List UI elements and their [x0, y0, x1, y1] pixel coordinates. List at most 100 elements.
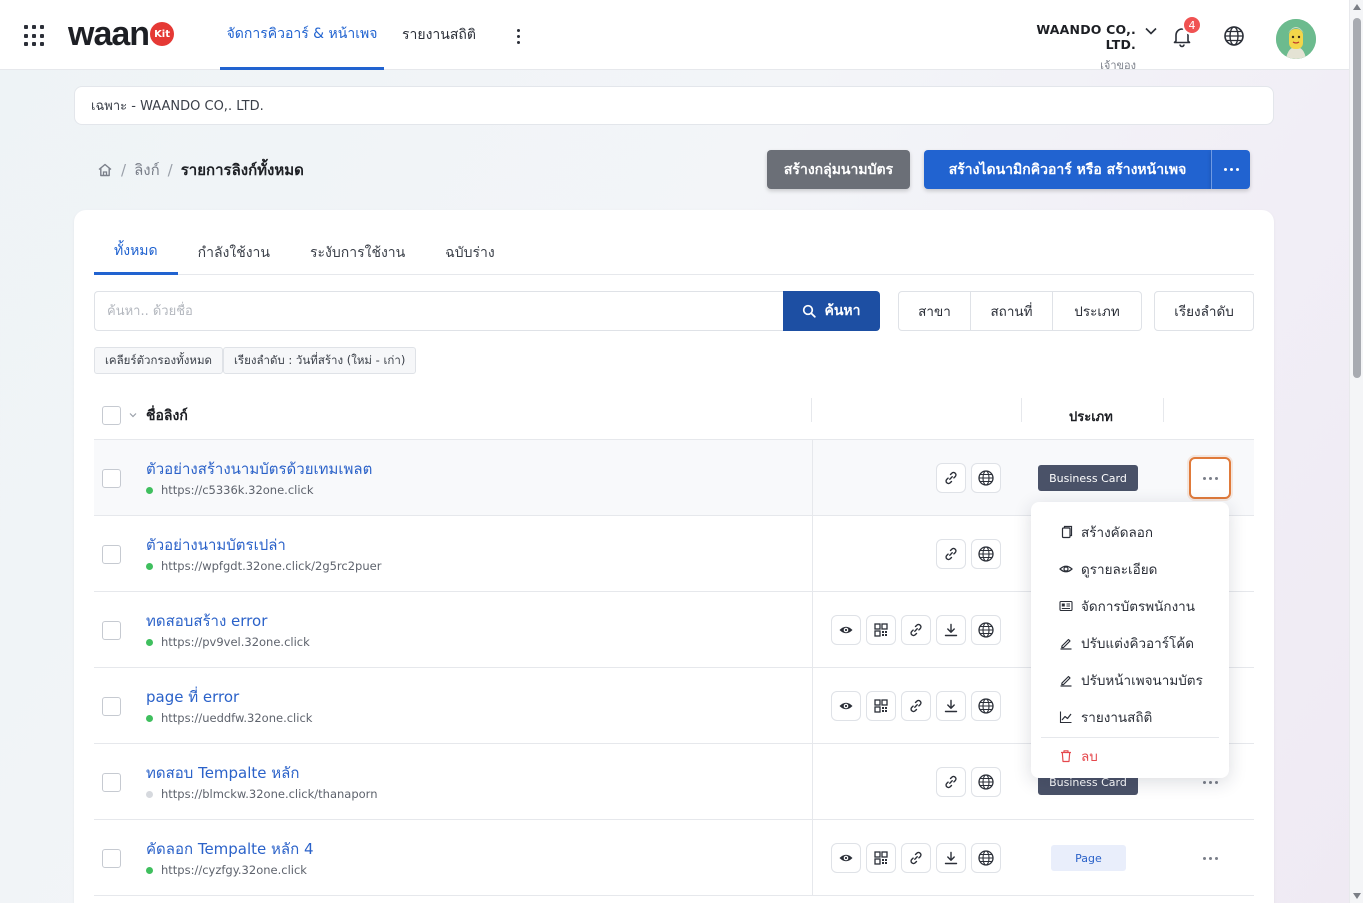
page-scrollbar[interactable] — [1349, 0, 1363, 903]
open-web-button[interactable] — [971, 767, 1001, 797]
link-url-text[interactable]: https://blmckw.32one.click/thanaporn — [161, 787, 378, 801]
clear-filters-chip[interactable]: เคลียร์ตัวกรองทั้งหมด — [94, 347, 223, 374]
create-more-button[interactable] — [1211, 150, 1250, 189]
globe-icon — [978, 470, 994, 486]
menu-item-statistics[interactable]: รายงานสถิติ — [1031, 700, 1229, 734]
menu-item-label: ลบ — [1081, 749, 1098, 765]
nav-manage-qr[interactable]: จัดการคิวอาร์ & หน้าเพจ — [220, 0, 384, 70]
tab-all[interactable]: ทั้งหมด — [94, 230, 178, 275]
search-input[interactable] — [94, 291, 783, 331]
create-group-button[interactable]: สร้างกลุ่มนามบัตร — [767, 150, 910, 189]
select-all-checkbox[interactable] — [102, 406, 121, 425]
preview-button[interactable] — [831, 691, 861, 721]
scroll-down-arrow-icon[interactable] — [1353, 893, 1361, 899]
filter-branch[interactable]: สาขา — [899, 292, 971, 330]
menu-item-edit-qr[interactable]: ปรับแต่งคิวอาร์โค้ด — [1031, 626, 1229, 660]
avatar[interactable] — [1276, 19, 1316, 59]
open-web-button[interactable] — [971, 615, 1001, 645]
link-url-text[interactable]: https://wpfgdt.32one.click/2g5rc2puer — [161, 559, 381, 573]
page-title: รายการลิงก์ทั้งหมด — [180, 161, 304, 179]
link-title[interactable]: page ที่ error — [146, 685, 239, 709]
link-icon — [910, 623, 922, 637]
create-dynamic-qr-button[interactable]: สร้างไดนามิกคิวอาร์ หรือ สร้างหน้าเพจ — [924, 150, 1211, 189]
link-url-text[interactable]: https://pv9vel.32one.click — [161, 635, 310, 649]
link-url-text[interactable]: https://ueddfw.32one.click — [161, 711, 312, 725]
row-more-button[interactable] — [1189, 837, 1231, 879]
line-chart-icon — [1059, 711, 1072, 724]
open-web-button[interactable] — [971, 843, 1001, 873]
link-title[interactable]: ตัวอย่างนามบัตรเปล่า — [146, 533, 286, 557]
filter-location[interactable]: สถานที่ — [971, 292, 1053, 330]
open-web-button[interactable] — [971, 539, 1001, 569]
apps-grid-icon[interactable] — [24, 25, 46, 47]
link-url-text[interactable]: https://cyzfgy.32one.click — [161, 863, 307, 877]
search-button[interactable]: ค้นหา — [783, 291, 880, 331]
chevron-down-icon[interactable] — [128, 410, 138, 420]
scroll-thumb[interactable] — [1353, 18, 1361, 378]
download-button[interactable] — [936, 691, 966, 721]
top-navbar: waan Kit จัดการคิวอาร์ & หน้าเพจ รายงานส… — [0, 0, 1349, 72]
logo[interactable]: waan Kit — [68, 15, 175, 53]
qr-code-button[interactable] — [866, 691, 896, 721]
preview-button[interactable] — [831, 615, 861, 645]
copy-link-button[interactable] — [901, 843, 931, 873]
globe-icon — [978, 622, 994, 638]
scope-selector[interactable]: เฉพาะ - WAANDO CO,. LTD. — [74, 86, 1274, 125]
menu-item-employee-cards[interactable]: จัดการบัตรพนักงาน — [1031, 589, 1229, 623]
filter-type[interactable]: ประเภท — [1053, 292, 1141, 330]
copy-link-button[interactable] — [936, 539, 966, 569]
logo-text: waan — [68, 15, 150, 53]
globe-icon — [978, 774, 994, 790]
row-more-button[interactable] — [1189, 457, 1231, 499]
column-divider — [812, 516, 813, 592]
breadcrumb-links[interactable]: ลิงก์ — [134, 158, 160, 182]
table-row[interactable]: คัดลอก Tempalte หลัก 4 https://cyzfgy.32… — [94, 820, 1254, 896]
sort-chip[interactable]: เรียงลำดับ : วันที่สร้าง (ใหม่ - เก่า) — [223, 347, 417, 374]
nav-reports[interactable]: รายงานสถิติ — [394, 0, 484, 70]
download-button[interactable] — [936, 843, 966, 873]
download-icon — [944, 623, 958, 637]
globe-icon[interactable] — [1222, 24, 1246, 48]
menu-item-duplicate[interactable]: สร้างคัดลอก — [1031, 515, 1229, 549]
link-url-text[interactable]: https://c5336k.32one.click — [161, 483, 314, 497]
link-title[interactable]: ทดสอบสร้าง error — [146, 609, 267, 633]
open-web-button[interactable] — [971, 463, 1001, 493]
sort-button[interactable]: เรียงลำดับ — [1154, 291, 1254, 331]
preview-button[interactable] — [831, 843, 861, 873]
download-button[interactable] — [936, 615, 966, 645]
more-vertical-icon[interactable] — [510, 24, 526, 48]
type-badge: Page — [1051, 845, 1126, 871]
column-divider — [812, 592, 813, 668]
menu-item-edit-card-page[interactable]: ปรับหน้าเพจนามบัตร — [1031, 663, 1229, 697]
column-header-type: ประเภท — [1069, 410, 1113, 425]
status-dot — [146, 638, 153, 646]
tab-suspended[interactable]: ระงับการใช้งาน — [290, 230, 425, 275]
home-icon[interactable] — [97, 162, 113, 178]
row-checkbox[interactable] — [102, 545, 121, 564]
row-checkbox[interactable] — [102, 469, 121, 488]
copy-link-button[interactable] — [936, 767, 966, 797]
row-checkbox[interactable] — [102, 697, 121, 716]
copy-link-button[interactable] — [936, 463, 966, 493]
scroll-up-arrow-icon[interactable] — [1353, 4, 1361, 10]
menu-item-label: จัดการบัตรพนักงาน — [1081, 599, 1195, 615]
row-actions — [936, 463, 1001, 493]
link-title[interactable]: ทดสอบ Tempalte หลัก — [146, 761, 299, 785]
row-checkbox[interactable] — [102, 773, 121, 792]
tab-active[interactable]: กำลังใช้งาน — [178, 230, 290, 275]
link-icon — [945, 471, 957, 485]
link-title[interactable]: ตัวอย่างสร้างนามบัตรด้วยเทมเพลต — [146, 457, 372, 481]
link-title[interactable]: คัดลอก Tempalte หลัก 4 — [146, 837, 314, 861]
copy-link-button[interactable] — [901, 615, 931, 645]
tab-draft[interactable]: ฉบับร่าง — [425, 230, 515, 275]
row-checkbox[interactable] — [102, 849, 121, 868]
qr-code-button[interactable] — [866, 615, 896, 645]
menu-item-delete[interactable]: ลบ — [1031, 739, 1229, 773]
row-checkbox[interactable] — [102, 621, 121, 640]
org-switcher[interactable]: WAANDO CO,. LTD. เจ้าของ — [1016, 22, 1158, 74]
copy-link-button[interactable] — [901, 691, 931, 721]
qr-code-button[interactable] — [866, 843, 896, 873]
open-web-button[interactable] — [971, 691, 1001, 721]
menu-divider — [1041, 737, 1219, 738]
menu-item-view-details[interactable]: ดูรายละเอียด — [1031, 552, 1229, 586]
